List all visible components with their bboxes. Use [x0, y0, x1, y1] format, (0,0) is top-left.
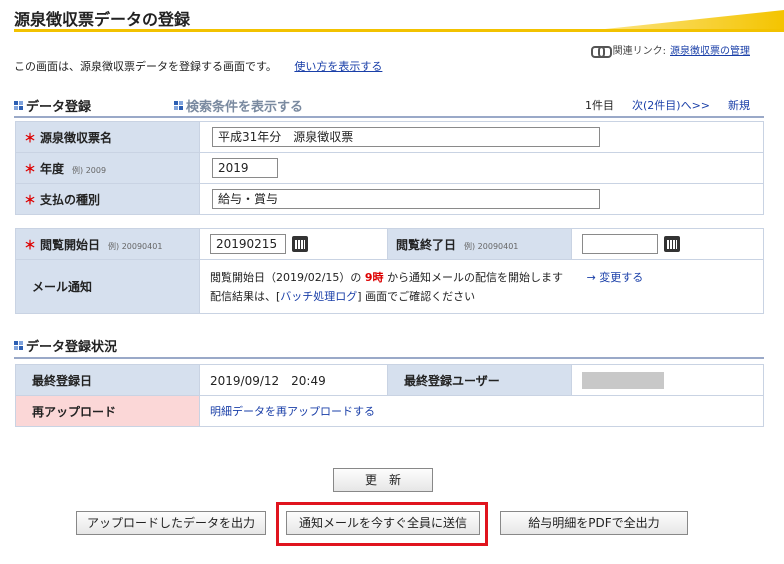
last-date-label: 最終登録日: [32, 373, 93, 388]
row-withholding-name: ＊源泉徴収票名 平成31年分 源泉徴収票: [15, 121, 764, 153]
row-year: ＊年度 例) 2009 2019: [15, 152, 764, 184]
reupload-label: 再アップロード: [32, 404, 117, 419]
view-end-input[interactable]: [582, 234, 658, 254]
value-cell: 平成31年分 源泉徴収票: [199, 121, 764, 153]
mail-notify-line1: 閲覧開始日（2019/02/15）の 9時 から通知メールの配信を開始します →…: [210, 268, 763, 287]
label-cell: 最終登録ユーザー: [387, 364, 572, 396]
export-uploaded-data-button[interactable]: アップロードしたデータを出力: [76, 511, 266, 535]
name-label: 源泉徴収票名: [40, 130, 113, 145]
label-cell: 再アップロード: [15, 395, 200, 427]
label-cell: ＊閲覧開始日 例) 20090401: [15, 228, 200, 260]
row-mail-notify: メール通知 閲覧開始日（2019/02/15）の 9時 から通知メールの配信を開…: [15, 259, 764, 314]
year-label: 年度: [40, 161, 65, 176]
mail-notify-label: メール通知: [32, 280, 93, 294]
pager-count: 1件目: [584, 99, 614, 112]
section-grid-icon: [14, 341, 23, 350]
last-user-redacted: [582, 371, 664, 389]
last-user-label: 最終登録ユーザー: [404, 373, 500, 388]
pager-new-link[interactable]: 新規: [728, 97, 750, 113]
title-underline: [14, 29, 784, 32]
row-last-registration: 最終登録日 2019/09/12 20:49 最終登録ユーザー: [15, 364, 764, 396]
required-mark: ＊: [24, 161, 37, 176]
value-cell: 20190215: [199, 228, 388, 260]
mail-line1-pre: 閲覧開始日（2019/02/15）の: [210, 270, 362, 284]
payment-label: 支払の種別: [40, 192, 101, 207]
year-input[interactable]: 2019: [212, 158, 278, 178]
mail-line1-post: から通知メールの配信を開始します: [387, 270, 564, 284]
title-bar: 源泉徴収票データの登録: [0, 0, 784, 34]
label-cell: 最終登録日: [15, 364, 200, 396]
calendar-icon[interactable]: [292, 236, 308, 252]
view-period-table: ＊閲覧開始日 例) 20090401 20190215 閲覧終了日 例) 20090…: [15, 228, 764, 314]
description-text: この画面は、源泉徴収票データを登録する画面です。: [14, 60, 277, 73]
label-cell: ＊源泉徴収票名: [15, 121, 200, 153]
required-mark: ＊: [24, 237, 37, 252]
view-start-label: 閲覧開始日: [40, 237, 101, 252]
data-section-heading: データ登録: [14, 96, 91, 115]
mail-hour: 9時: [364, 270, 384, 284]
search-toggle[interactable]: 検索条件を表示する: [174, 96, 303, 115]
data-section-title: データ登録: [26, 100, 92, 115]
last-date-value: 2019/09/12 20:49: [199, 364, 388, 396]
view-end-example: 例) 20090401: [464, 241, 519, 251]
value-cell: [571, 364, 764, 396]
required-mark: ＊: [24, 192, 37, 207]
howto-link[interactable]: 使い方を表示する: [294, 60, 382, 73]
status-table: 最終登録日 2019/09/12 20:49 最終登録ユーザー 再アップロード …: [15, 364, 764, 427]
page-title: 源泉徴収票データの登録: [14, 10, 191, 29]
value-cell: 給与・賞与: [199, 183, 764, 215]
mail-notify-cell: 閲覧開始日（2019/02/15）の 9時 から通知メールの配信を開始します →…: [199, 259, 764, 314]
label-cell: メール通知: [15, 259, 200, 314]
related-label: 関連リンク:: [612, 46, 666, 57]
update-button[interactable]: 更 新: [333, 468, 433, 492]
related-links: 関連リンク: 源泉徴収票の管理: [590, 42, 750, 58]
status-section-heading: データ登録状況: [14, 336, 117, 355]
calendar-icon[interactable]: [664, 236, 680, 252]
search-grid-icon: [174, 101, 183, 110]
payment-type-input[interactable]: 給与・賞与: [212, 189, 600, 209]
related-link-withholding-management[interactable]: 源泉徴収票の管理: [670, 42, 750, 57]
row-reupload: 再アップロード 明細データを再アップロードする: [15, 395, 764, 427]
status-section-rule: [14, 357, 764, 359]
status-section-title: データ登録状況: [26, 340, 118, 355]
link-chain-icon: [590, 45, 612, 58]
mail-line2-post: ] 画面でご確認ください: [357, 289, 476, 303]
search-toggle-label: 検索条件を表示する: [186, 100, 304, 115]
row-view-period: ＊閲覧開始日 例) 20090401 20190215 閲覧終了日 例) 20090…: [15, 228, 764, 260]
row-payment-type: ＊支払の種別 給与・賞与: [15, 183, 764, 215]
value-cell: [571, 228, 764, 260]
reupload-link[interactable]: 明細データを再アップロードする: [210, 405, 375, 418]
label-cell: 閲覧終了日 例) 20090401: [387, 228, 572, 260]
batch-log-link[interactable]: バッチ処理ログ: [280, 290, 357, 303]
view-start-example: 例) 20090401: [108, 241, 163, 251]
page-description: この画面は、源泉徴収票データを登録する画面です。 使い方を表示する: [14, 58, 382, 74]
title-swoosh: [595, 10, 784, 30]
highlight-box: [276, 502, 488, 546]
basic-info-table: ＊源泉徴収票名 平成31年分 源泉徴収票 ＊年度 例) 2009 2019 ＊支払…: [15, 121, 764, 215]
section-grid-icon: [14, 101, 23, 110]
pager-next-link[interactable]: 次(2件目)へ>>: [632, 97, 710, 113]
label-cell: ＊年度 例) 2009: [15, 152, 200, 184]
value-cell: 明細データを再アップロードする: [199, 395, 764, 427]
view-start-input[interactable]: 20190215: [210, 234, 286, 254]
mail-line2-pre: 配信結果は、[: [210, 289, 281, 303]
year-example: 例) 2009: [72, 165, 107, 175]
required-mark: ＊: [24, 130, 37, 145]
view-end-label: 閲覧終了日: [396, 237, 457, 252]
value-cell: 2019: [199, 152, 764, 184]
withholding-name-input[interactable]: 平成31年分 源泉徴収票: [212, 127, 600, 147]
mail-change-link[interactable]: → 変更する: [587, 271, 644, 284]
section-rule: [14, 116, 764, 118]
pdf-export-button[interactable]: 給与明細をPDFで全出力: [500, 511, 688, 535]
label-cell: ＊支払の種別: [15, 183, 200, 215]
mail-notify-line2: 配信結果は、[バッチ処理ログ] 画面でご確認ください: [210, 287, 763, 306]
pager: 1件目 次(2件目)へ>> 新規: [585, 97, 750, 113]
